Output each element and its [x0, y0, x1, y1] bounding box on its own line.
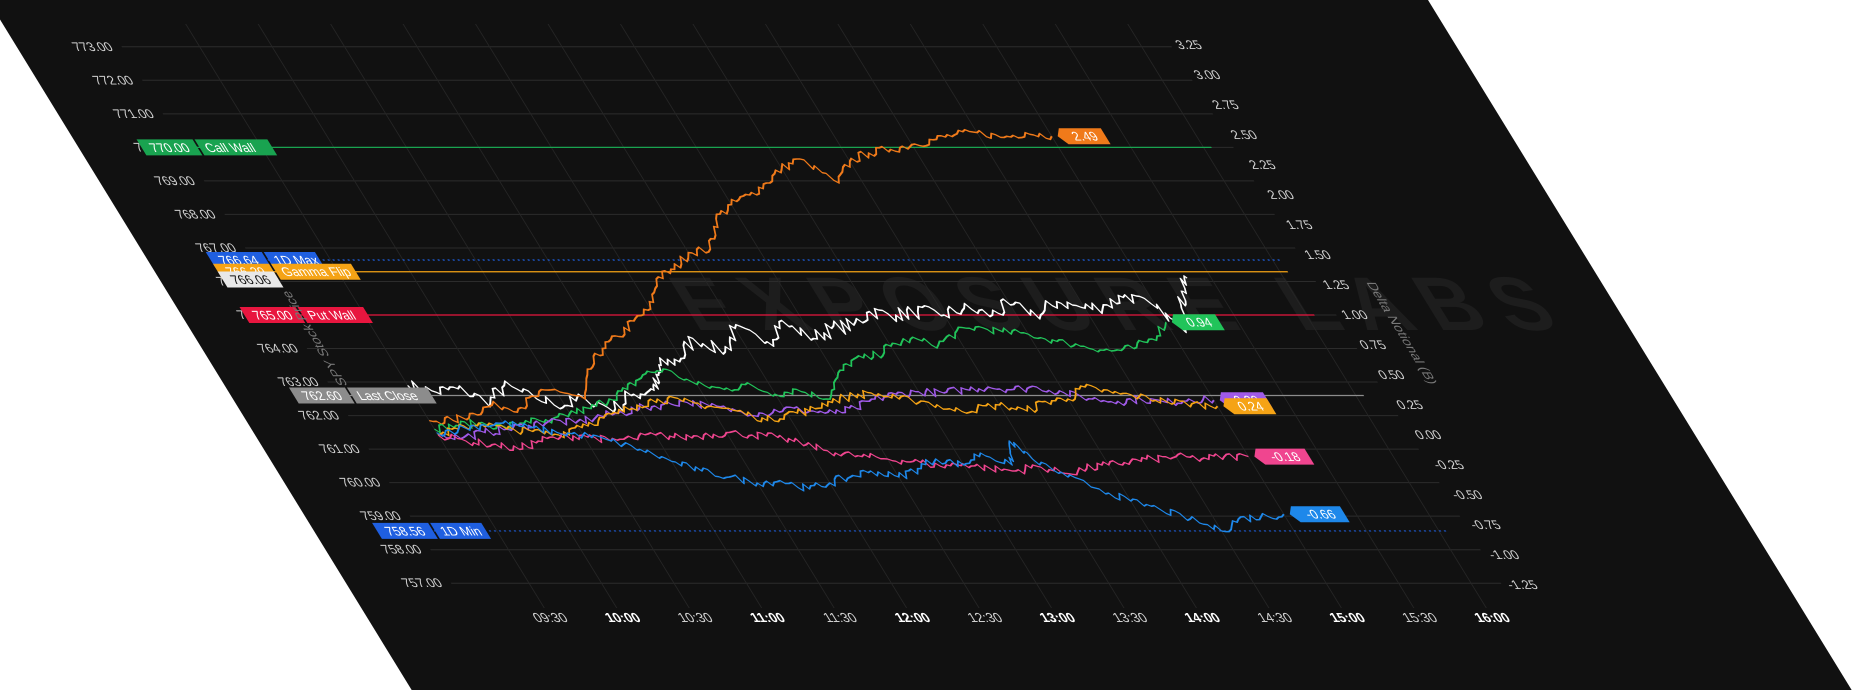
level-name: 1D Min [437, 524, 485, 538]
level-name: Gamma Flip [278, 265, 354, 279]
level-name: Call Wall [201, 141, 258, 155]
chart-canvas: EXPOSURE LABS 757.00758.00759.00760.0076… [0, 0, 1852, 690]
level-name: Put Wall [304, 308, 358, 322]
level-tag: 766.06 [217, 271, 284, 288]
watermark: EXPOSURE LABS [653, 261, 1590, 346]
level-name: Last Close [354, 389, 421, 403]
level-tag: 762.60 Last Close [288, 387, 437, 404]
level-tag: 758.56 1D Min [372, 522, 492, 539]
level-tag: 770.00 Call Wall [136, 139, 278, 156]
